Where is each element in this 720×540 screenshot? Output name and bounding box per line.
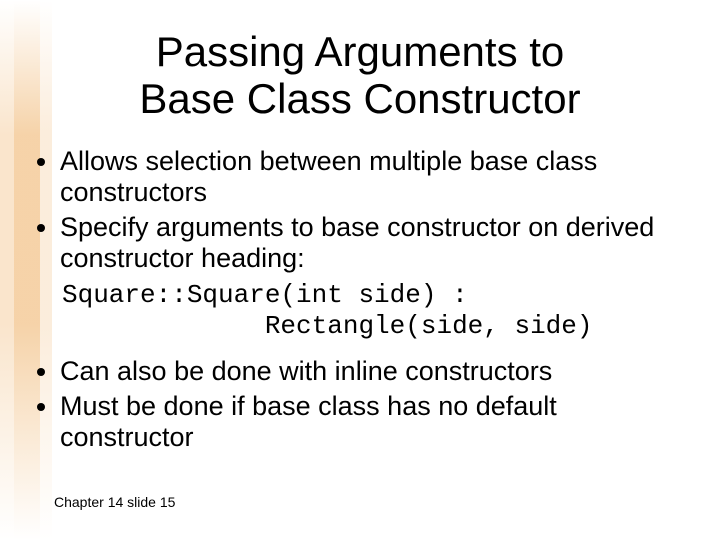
code-line: Rectangle(side, side) <box>62 311 593 341</box>
title-line-1: Passing Arguments to <box>156 28 565 75</box>
bullet-item: Must be done if base class has no defaul… <box>60 391 684 453</box>
slide-title: Passing Arguments to Base Class Construc… <box>0 0 720 132</box>
bullet-item: Can also be done with inline constructor… <box>60 356 684 387</box>
slide-content: Passing Arguments to Base Class Construc… <box>0 0 720 540</box>
code-line: Square::Square(int side) : <box>62 280 468 310</box>
bullet-item: Allows selection between multiple base c… <box>60 146 684 208</box>
code-block: Square::Square(int side) : Rectangle(sid… <box>62 280 720 341</box>
bullet-item: Specify arguments to base constructor on… <box>60 212 684 274</box>
bullet-list-top: Allows selection between multiple base c… <box>36 146 684 274</box>
bullet-list-bottom: Can also be done with inline constructor… <box>36 356 684 453</box>
title-line-2: Base Class Constructor <box>139 75 580 122</box>
slide-footer: Chapter 14 slide 15 <box>54 494 175 510</box>
